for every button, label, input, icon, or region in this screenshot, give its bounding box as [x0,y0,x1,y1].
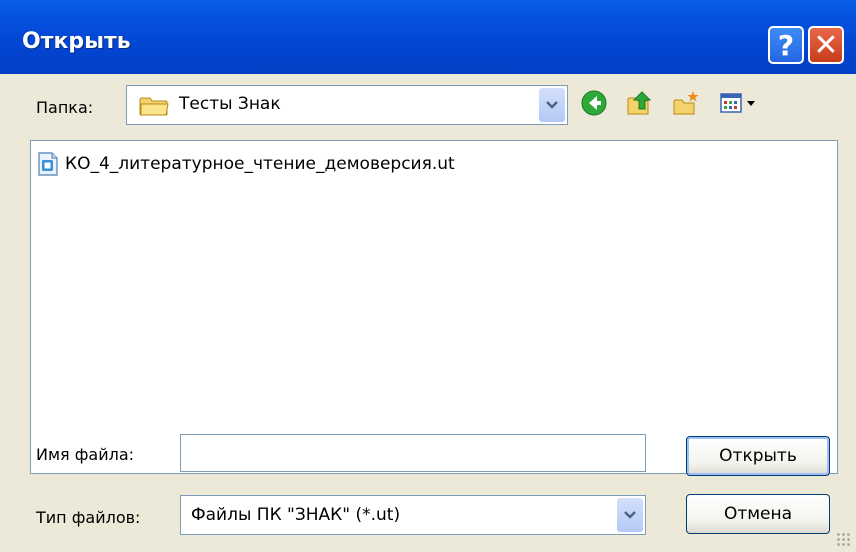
list-item[interactable]: КО_4_литературное_чтение_демоверсия.ut [37,151,455,177]
lookin-value: Тесты Знак [179,94,281,114]
help-button[interactable]: ? [768,26,804,64]
lookin-dropdown-button[interactable] [539,88,565,122]
filetype-dropdown-button[interactable] [617,498,643,532]
file-name: КО_4_литературное_чтение_демоверсия.ut [65,154,455,174]
folder-icon [139,97,169,116]
cancel-button[interactable]: Отмена [686,494,830,534]
lookin-label: Папка: [36,98,94,117]
close-icon: ✕ [813,27,839,63]
help-icon: ? [777,28,795,62]
open-button[interactable]: Открыть [686,436,830,476]
open-dialog: Открыть ? ✕ Папка: Тесты Знак КО_4_литер… [0,0,856,552]
filetype-combo[interactable]: Файлы ПК "ЗНАК" (*.ut) [180,495,646,535]
chevron-down-icon [546,101,558,109]
filename-label: Имя файла: [36,445,135,464]
close-button[interactable]: ✕ [808,26,844,64]
view-menu-icon[interactable] [718,89,766,117]
dialog-body: Папка: Тесты Знак КО_4_литературное_чтен… [0,74,856,552]
window-title: Открыть [22,29,131,54]
document-icon [38,152,58,176]
back-icon[interactable] [580,89,608,117]
title-bar[interactable]: Открыть ? ✕ [0,0,856,74]
lookin-combo[interactable]: Тесты Знак [126,85,568,125]
filetype-label: Тип файлов: [36,508,141,527]
new-folder-icon[interactable] [672,89,700,117]
up-folder-icon[interactable] [626,89,654,117]
chevron-down-icon [624,511,636,519]
file-list[interactable]: КО_4_литературное_чтение_демоверсия.ut [30,140,838,474]
filetype-value: Файлы ПК "ЗНАК" (*.ut) [191,505,401,525]
filename-input[interactable] [180,434,646,472]
resize-grip[interactable] [836,532,850,546]
